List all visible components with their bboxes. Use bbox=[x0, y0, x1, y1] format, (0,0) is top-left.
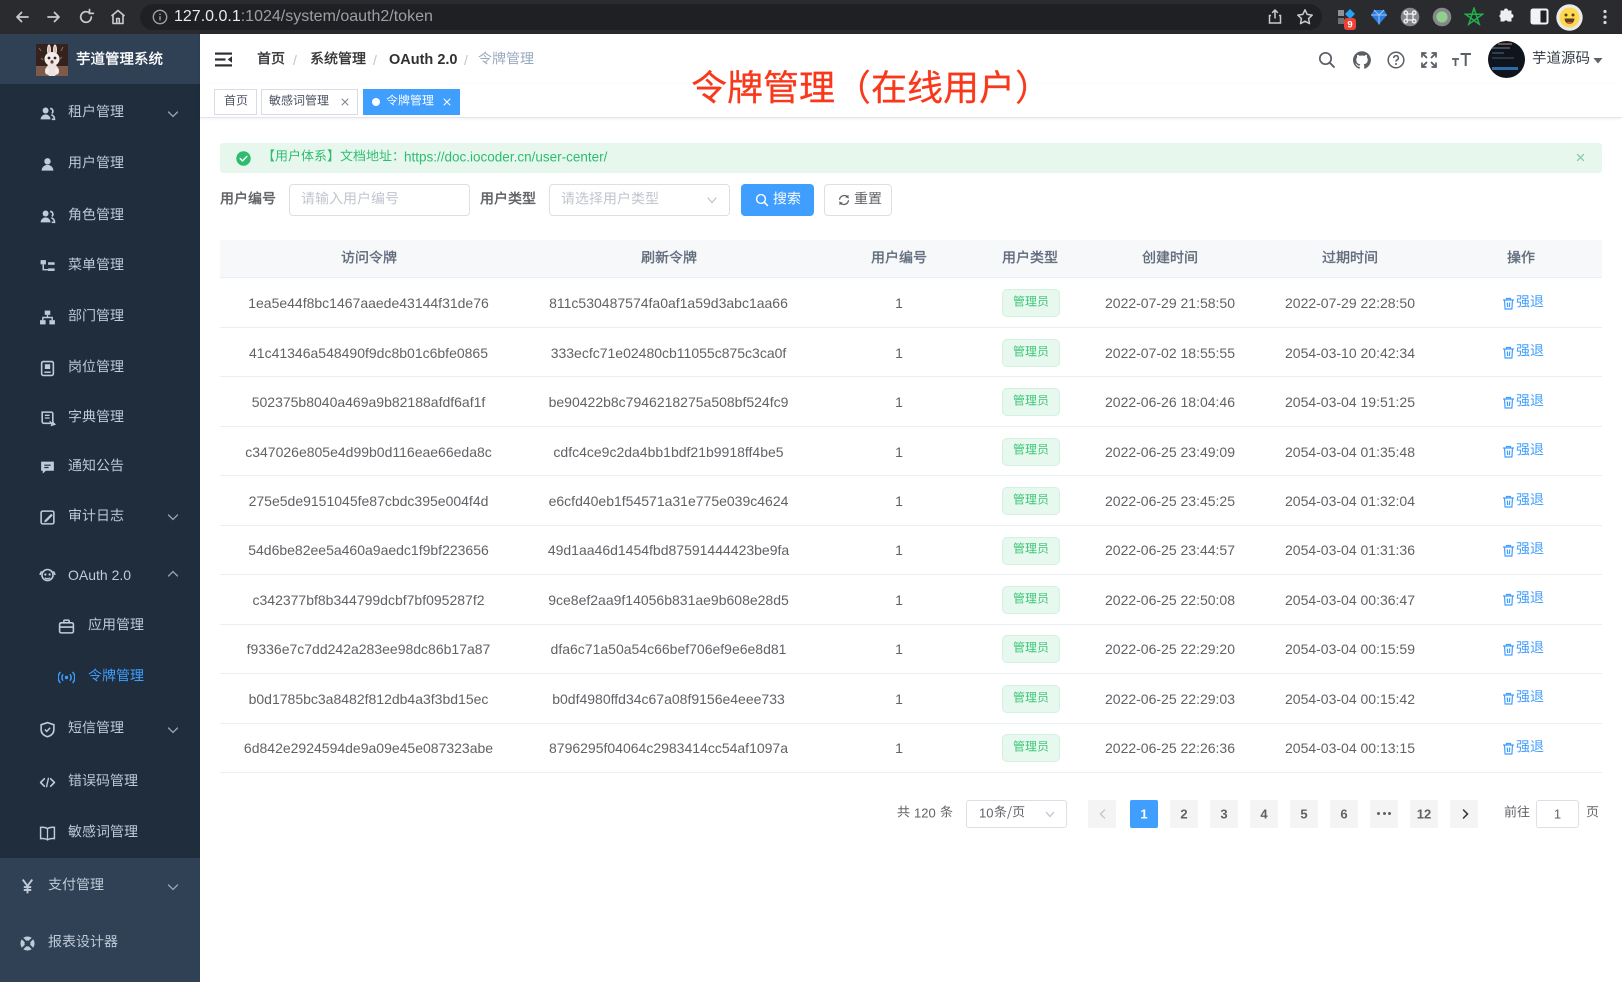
svg-text:9: 9 bbox=[1347, 20, 1352, 31]
